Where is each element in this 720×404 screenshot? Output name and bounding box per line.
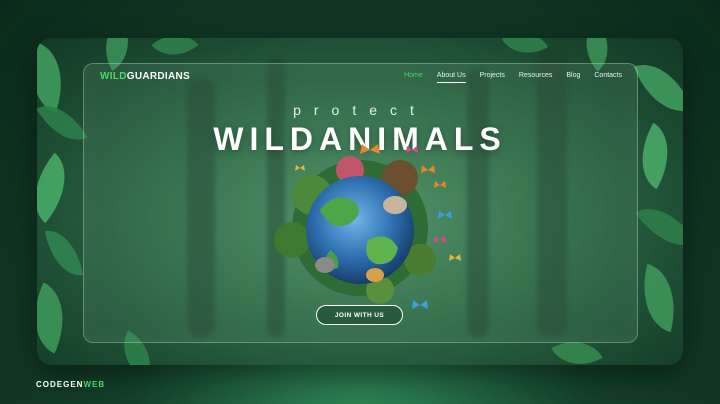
join-with-us-button[interactable]: JOIN WITH US [316, 305, 403, 325]
logo-main-text: GUARDIANS [126, 71, 191, 82]
logo-accent-text: WILD [100, 71, 127, 82]
main-nav: Home About Us Projects Resources Blog Co… [404, 72, 622, 83]
watermark-brand: CODEGENWEB [36, 380, 105, 389]
nav-item-about-us[interactable]: About Us [436, 72, 466, 83]
site-logo[interactable]: WILDGUARDIANS [100, 71, 190, 82]
nav-item-contacts[interactable]: Contacts [594, 72, 622, 83]
nav-item-blog[interactable]: Blog [566, 72, 580, 83]
watermark-part1: CODEGEN [36, 380, 84, 389]
hero-headline: WILDANIMALS [213, 121, 507, 157]
watermark-part2: WEB [83, 380, 106, 389]
nav-item-home[interactable]: Home [404, 72, 423, 83]
nav-item-resources[interactable]: Resources [519, 72, 552, 83]
nav-item-projects[interactable]: Projects [480, 72, 505, 83]
hero-tagline: protect [293, 102, 427, 118]
